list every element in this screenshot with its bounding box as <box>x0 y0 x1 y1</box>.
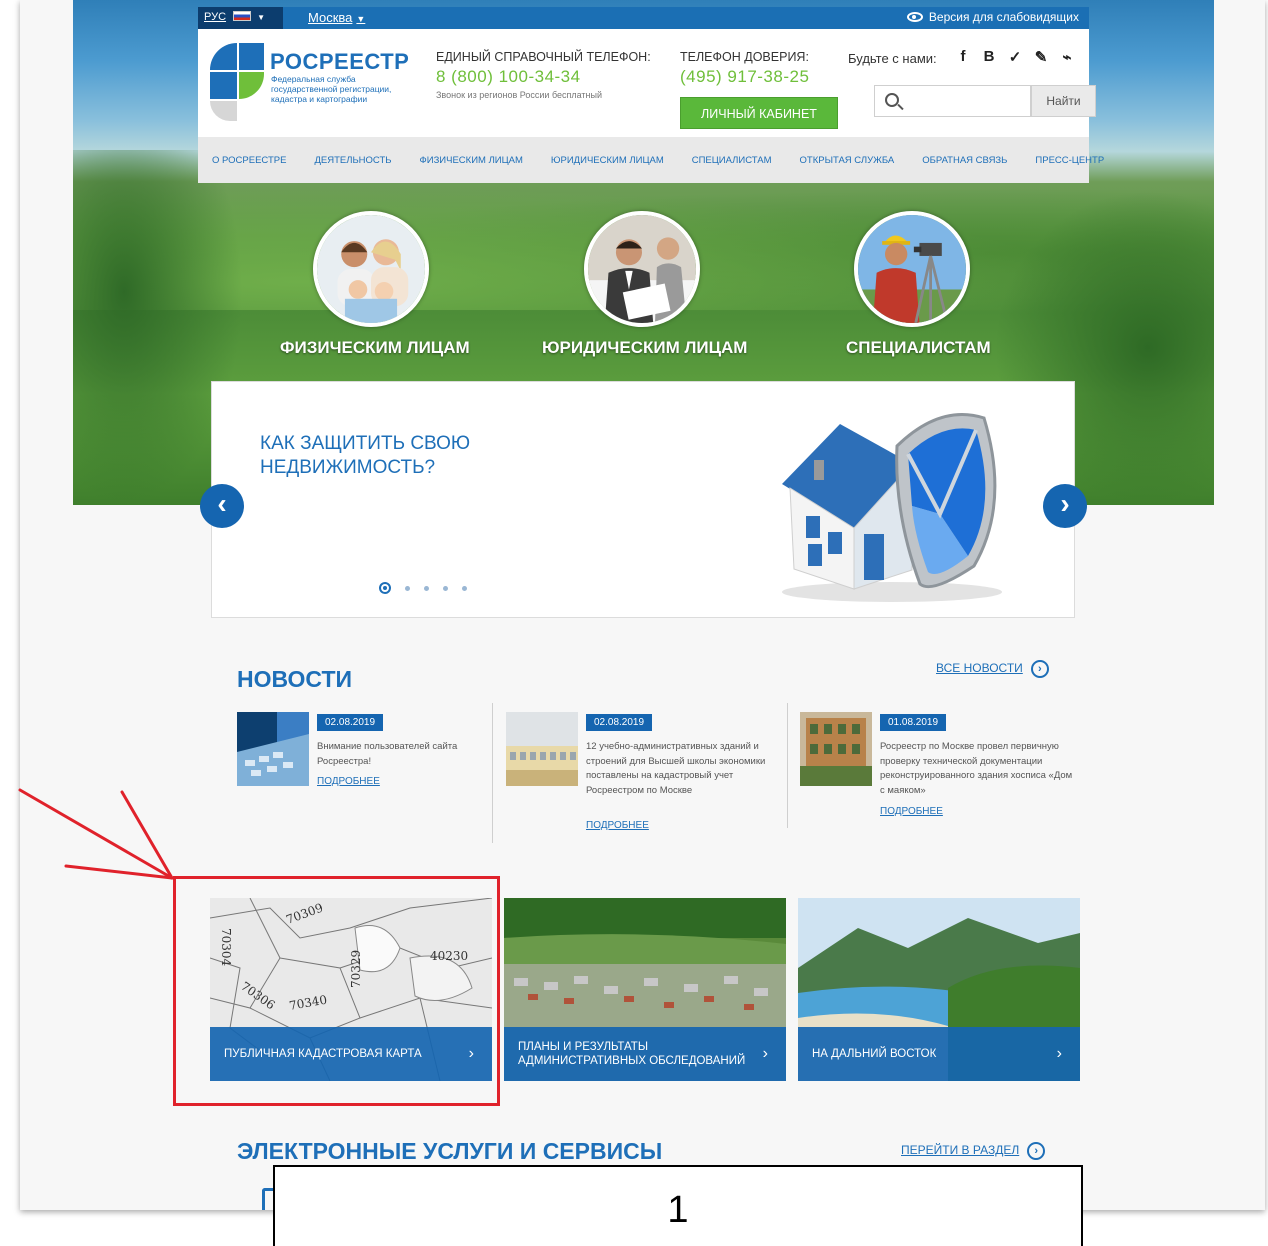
promo-slider: КАК ЗАЩИТИТЬ СВОЮ НЕДВИЖИМОСТЬ? <box>211 381 1075 618</box>
chevron-right-circle-icon: › <box>1030 660 1049 678</box>
eye-icon <box>906 12 923 22</box>
menu-item-specialists[interactable]: СПЕЦИАЛИСТАМ <box>692 155 772 166</box>
services-link-label: ПЕРЕЙТИ В РАЗДЕЛ <box>901 1143 1020 1158</box>
news-divider <box>787 703 788 828</box>
specialists-circle[interactable] <box>854 211 970 327</box>
chevron-down-icon: ▼ <box>257 13 266 22</box>
accessibility-link[interactable]: Версия для слабовидящих <box>906 10 1079 24</box>
news-divider <box>492 703 493 843</box>
far-east-tile[interactable]: НА ДАЛЬНИЙ ВОСТОК › <box>798 898 1080 1081</box>
tile-bar: НА ДАЛЬНИЙ ВОСТОК › <box>798 1027 1080 1081</box>
city-label: Москва <box>308 10 353 25</box>
screenshot-stage: РУС ▼ Москва ▼ Версия для слабовидящих РО… <box>0 0 1268 1246</box>
rosreestr-logo-icon[interactable] <box>210 43 264 121</box>
news-more-link[interactable]: ПОДРОБНЕЕ <box>586 820 649 831</box>
annotation-arrow-icon <box>18 788 174 880</box>
news-text[interactable]: 12 учебно-административных зданий и стро… <box>586 740 780 798</box>
news-date: 02.08.2019 <box>586 714 653 731</box>
social-links: f B ✓ ✎ ⌁ <box>956 48 1074 66</box>
search-input[interactable] <box>907 90 1025 112</box>
news-date: 02.08.2019 <box>317 714 384 731</box>
menu-item-open-service[interactable]: ОТКРЫТАЯ СЛУЖБА <box>800 155 895 166</box>
specialists-label[interactable]: СПЕЦИАЛИСТАМ <box>846 338 991 358</box>
highlight-box <box>173 876 500 1106</box>
slider-dot[interactable] <box>405 585 410 591</box>
social-label: Будьте с нами: <box>848 51 937 66</box>
search-icon <box>885 93 899 107</box>
search-box <box>874 85 1031 117</box>
all-news-link[interactable]: ВСЕ НОВОСТИ › <box>936 660 1049 678</box>
slider-dot[interactable] <box>462 585 467 591</box>
individuals-circle[interactable] <box>313 211 429 327</box>
slider-next-button[interactable]: › <box>1043 484 1087 528</box>
tile-label: НА ДАЛЬНИЙ ВОСТОК <box>812 1048 937 1060</box>
news-text[interactable]: Росреестр по Москве провел первичную про… <box>880 740 1076 798</box>
services-title: ЭЛЕКТРОННЫЕ УСЛУГИ И СЕРВИСЫ <box>237 1138 663 1164</box>
news-text[interactable]: Внимание пользователей сайта Росреестра! <box>317 740 487 769</box>
all-news-label: ВСЕ НОВОСТИ <box>936 661 1023 676</box>
menu-item-press-center[interactable]: ПРЕСС-ЦЕНТР <box>1035 155 1104 166</box>
chevron-right-icon: › <box>1056 1045 1062 1062</box>
vk-icon[interactable]: B <box>982 48 996 66</box>
house-shield-icon <box>782 413 1002 602</box>
news-date: 01.08.2019 <box>880 714 947 731</box>
top-utility-bar: РУС ▼ Москва ▼ Версия для слабовидящих <box>198 7 1089 29</box>
surveyor-photo-icon <box>858 215 966 323</box>
tile-bar: ПЛАНЫ И РЕЗУЛЬТАТЫ АДМИНИСТРАТИВНЫХ ОБСЛ… <box>504 1027 786 1081</box>
slider-dot[interactable] <box>443 585 448 591</box>
chevron-right-icon: › <box>762 1045 768 1062</box>
search-button[interactable]: Найти <box>1031 85 1096 117</box>
legal-entities-label[interactable]: ЮРИДИЧЕСКИМ ЛИЦАМ <box>542 338 747 358</box>
logo-subtitle: Федеральная служба государственной регис… <box>271 74 392 104</box>
menu-item-about[interactable]: О РОСРЕЕСТРЕ <box>212 155 286 166</box>
chevron-right-circle-icon: › <box>1027 1142 1046 1160</box>
slider-dot[interactable] <box>424 585 429 591</box>
phone-number[interactable]: 8 (800) 100-34-34 <box>436 67 581 87</box>
menu-item-individuals[interactable]: ФИЗИЧЕСКИМ ЛИЦАМ <box>420 155 523 166</box>
news-more-link[interactable]: ПОДРОБНЕЕ <box>317 776 380 787</box>
language-label: РУС <box>204 11 227 23</box>
accessibility-label: Версия для слабовидящих <box>928 10 1079 24</box>
individuals-label[interactable]: ФИЗИЧЕСКИМ ЛИЦАМ <box>280 338 470 358</box>
slider-prev-button[interactable]: ‹ <box>200 484 244 528</box>
business-people-photo-icon <box>588 215 696 323</box>
rss-icon[interactable]: ⌁ <box>1060 48 1074 66</box>
building-photo-icon[interactable] <box>506 712 578 786</box>
slider-title[interactable]: КАК ЗАЩИТИТЬ СВОЮ НЕДВИЖИМОСТЬ? <box>260 432 520 480</box>
services-section-link[interactable]: ПЕРЕЙТИ В РАЗДЕЛ › <box>901 1142 1046 1160</box>
news-title: НОВОСТИ <box>237 666 353 692</box>
language-switcher[interactable]: РУС ▼ <box>198 7 283 29</box>
chevron-down-icon: ▼ <box>356 14 366 24</box>
menu-item-activity[interactable]: ДЕЯТЕЛЬНОСТЬ <box>314 155 391 166</box>
livejournal-icon[interactable]: ✎ <box>1034 48 1048 66</box>
phone-label: ЕДИНЫЙ СПРАВОЧНЫЙ ТЕЛЕФОН: <box>436 50 651 64</box>
legal-entities-circle[interactable] <box>584 211 700 327</box>
slider-pagination <box>379 582 467 594</box>
figure-caption: 1 <box>273 1165 1083 1246</box>
keyboard-photo-icon[interactable] <box>237 712 309 786</box>
personal-cabinet-button[interactable]: ЛИЧНЫЙ КАБИНЕТ <box>680 97 838 129</box>
trust-phone-label: ТЕЛЕФОН ДОВЕРИЯ: <box>680 50 809 64</box>
main-menu: О РОСРЕЕСТРЕ ДЕЯТЕЛЬНОСТЬ ФИЗИЧЕСКИМ ЛИЦ… <box>198 137 1104 183</box>
chevron-right-icon: › <box>1060 488 1070 519</box>
phone-note: Звонок из регионов России бесплатный <box>436 90 603 100</box>
chevron-left-icon: ‹ <box>217 488 227 519</box>
news-more-link[interactable]: ПОДРОБНЕЕ <box>880 806 943 817</box>
site-header: РОСРЕЕСТР Федеральная служба государстве… <box>198 29 1096 137</box>
russian-flag-icon <box>233 11 252 21</box>
menu-item-legal-entities[interactable]: ЮРИДИЧЕСКИМ ЛИЦАМ <box>551 155 664 166</box>
logo-title[interactable]: РОСРЕЕСТР <box>270 49 409 75</box>
tile-label: ПЛАНЫ И РЕЗУЛЬТАТЫ АДМИНИСТРАТИВНЫХ ОБСЛ… <box>518 1041 746 1067</box>
hospice-building-photo-icon[interactable] <box>800 712 872 786</box>
trust-phone-number[interactable]: (495) 917-38-25 <box>680 67 809 87</box>
family-photo-icon <box>317 215 425 323</box>
search-form: Найти <box>874 85 1096 117</box>
administrative-inspections-tile[interactable]: ПЛАНЫ И РЕЗУЛЬТАТЫ АДМИНИСТРАТИВНЫХ ОБСЛ… <box>504 898 786 1081</box>
facebook-icon[interactable]: f <box>956 48 970 66</box>
slider-dot[interactable] <box>379 582 391 594</box>
twitter-icon[interactable]: ✓ <box>1008 48 1022 66</box>
menu-item-feedback[interactable]: ОБРАТНАЯ СВЯЗЬ <box>922 155 1007 166</box>
city-selector[interactable]: Москва ▼ <box>308 10 365 25</box>
